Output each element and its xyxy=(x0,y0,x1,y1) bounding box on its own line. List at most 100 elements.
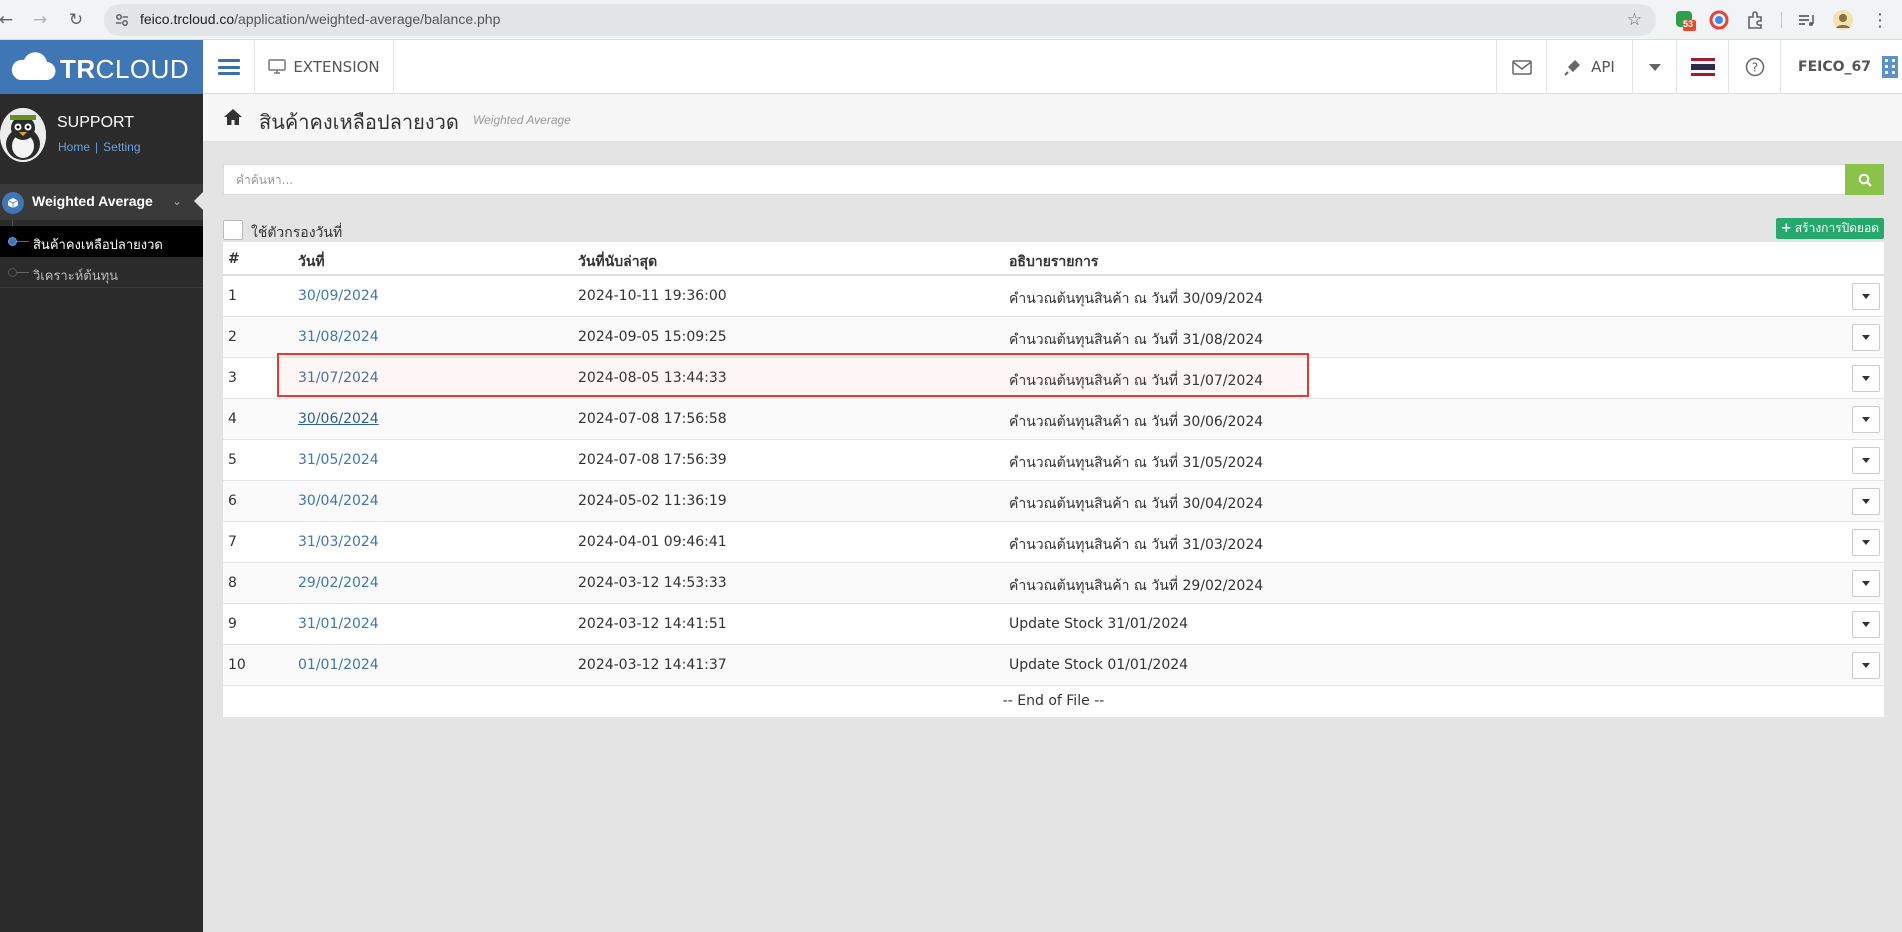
row-date-link[interactable]: 31/08/2024 xyxy=(298,329,379,345)
date-filter-checkbox[interactable] xyxy=(223,220,243,240)
row-number: 3 xyxy=(228,370,237,386)
create-closing-label: สร้างการปิดยอด xyxy=(1794,221,1880,235)
row-description: Update Stock 01/01/2024 xyxy=(1009,657,1189,673)
row-date-link[interactable]: 31/07/2024 xyxy=(298,370,379,386)
row-action-dropdown-button[interactable] xyxy=(1852,652,1880,679)
color-picker-icon[interactable] xyxy=(1708,9,1730,31)
user-account-button[interactable]: FEICO_67 xyxy=(1780,40,1902,94)
row-date-link[interactable]: 30/06/2024 xyxy=(298,411,379,427)
row-action-dropdown-button[interactable] xyxy=(1852,447,1880,474)
extension-button[interactable]: EXTENSION xyxy=(254,40,394,94)
caret-down-icon xyxy=(1862,335,1870,340)
sidebar-item-label: วิเคราะห์ต้นทุน xyxy=(33,268,119,283)
sidebar-item-cost-analysis[interactable]: วิเคราะห์ต้นทุน xyxy=(0,257,203,288)
api-button[interactable]: API xyxy=(1546,40,1632,94)
column-header-date: วันที่ xyxy=(298,254,325,270)
url-text: feico.trcloud.co/application/weighted-av… xyxy=(140,11,501,27)
search-button[interactable] xyxy=(1845,164,1884,195)
row-last-counted: 2024-09-05 15:09:25 xyxy=(578,329,727,345)
cube-icon xyxy=(2,192,24,214)
column-header-description: อธิบายรายการ xyxy=(1009,254,1099,270)
row-description: คำนวณต้นทุนสินค้า ณ วันที่ 31/08/2024 xyxy=(1009,332,1264,348)
row-number: 2 xyxy=(228,329,237,345)
row-date-link[interactable]: 30/04/2024 xyxy=(298,493,379,509)
row-action-dropdown-button[interactable] xyxy=(1852,406,1880,433)
row-last-counted: 2024-03-12 14:41:51 xyxy=(578,616,727,632)
date-filter-label: ใช้ตัวกรองวันที่ xyxy=(251,225,343,241)
logo-text: TRCLOUD xyxy=(60,54,190,84)
row-date-link[interactable]: 31/01/2024 xyxy=(298,616,379,632)
row-last-counted: 2024-07-08 17:56:58 xyxy=(578,411,727,427)
create-closing-button[interactable]: + สร้างการปิดยอด xyxy=(1776,218,1884,239)
sidebar-group-weighted-average[interactable]: Weighted Average ⌄ xyxy=(0,184,203,220)
row-action-dropdown-button[interactable] xyxy=(1852,529,1880,556)
sidebar-profile: SUPPORT Home | Setting xyxy=(0,94,203,174)
row-description: คำนวณต้นทุนสินค้า ณ วันที่ 30/04/2024 xyxy=(1009,496,1264,512)
caret-down-icon xyxy=(1862,540,1870,545)
extension-badge: 53 xyxy=(1683,19,1694,29)
help-button[interactable]: ? xyxy=(1728,40,1780,94)
caret-down-icon xyxy=(1862,376,1870,381)
page-subtitle: Weighted Average xyxy=(473,113,571,127)
row-last-counted: 2024-08-05 13:44:33 xyxy=(578,370,727,386)
table-row: 5 31/05/2024 2024-07-08 17:56:39 คำนวณต้นทุ… xyxy=(223,440,1884,481)
plus-icon: + xyxy=(1780,221,1792,236)
row-action-dropdown-button[interactable] xyxy=(1852,570,1880,597)
row-action-dropdown-button[interactable] xyxy=(1852,283,1880,310)
avatar[interactable] xyxy=(0,108,46,162)
back-icon[interactable]: ← xyxy=(0,8,18,32)
caret-down-icon xyxy=(1862,417,1870,422)
row-number: 1 xyxy=(228,288,237,304)
row-action-dropdown-button[interactable] xyxy=(1852,488,1880,515)
table-row: 9 31/01/2024 2024-03-12 14:41:51 Update Sto… xyxy=(223,604,1884,645)
balance-table: # วันที่ วันที่นับล่าสุด อธิบายรายการ 1 3… xyxy=(223,242,1884,717)
address-bar[interactable]: feico.trcloud.co/application/weighted-av… xyxy=(104,4,1656,36)
tree-connector xyxy=(17,241,29,242)
row-date-link[interactable]: 30/09/2024 xyxy=(298,288,379,304)
bookmark-star-icon[interactable]: ☆ xyxy=(1627,10,1642,30)
row-date-link[interactable]: 29/02/2024 xyxy=(298,575,379,591)
bullet-icon xyxy=(8,268,17,277)
chevron-down-icon xyxy=(1648,63,1661,71)
table-row: 1 30/09/2024 2024-10-11 19:36:00 คำนวณต้นทุ… xyxy=(223,276,1884,317)
profile-links: Home | Setting xyxy=(58,140,141,154)
language-thai-button[interactable] xyxy=(1676,40,1728,94)
mail-button[interactable] xyxy=(1496,40,1546,94)
app-logo[interactable]: TRCLOUD xyxy=(0,40,203,94)
row-action-dropdown-button[interactable] xyxy=(1852,365,1880,392)
home-link[interactable]: Home xyxy=(58,140,90,154)
table-row: 3 31/07/2024 2024-08-05 13:44:33 คำนวณต้นทุ… xyxy=(223,358,1884,399)
browser-menu-icon[interactable]: ⋮ xyxy=(1868,8,1892,32)
dropdown-toggle-button[interactable] xyxy=(1632,40,1676,94)
caret-down-icon xyxy=(1862,581,1870,586)
profile-name: SUPPORT xyxy=(57,114,135,131)
row-number: 7 xyxy=(228,534,237,550)
row-number: 5 xyxy=(228,452,237,468)
profile-avatar-icon[interactable] xyxy=(1832,9,1854,31)
sidebar: SUPPORT Home | Setting Weighted Average ⌄ … xyxy=(0,94,203,932)
forward-icon[interactable]: → xyxy=(28,8,52,32)
media-queue-icon[interactable] xyxy=(1795,9,1817,31)
site-info-icon[interactable] xyxy=(114,12,130,28)
extensions-puzzle-icon[interactable] xyxy=(1744,9,1766,31)
table-row: 7 31/03/2024 2024-04-01 09:46:41 คำนวณต้นทุ… xyxy=(223,522,1884,563)
hamburger-menu-button[interactable] xyxy=(203,40,254,94)
row-date-link[interactable]: 31/03/2024 xyxy=(298,534,379,550)
caret-down-icon xyxy=(1862,458,1870,463)
setting-link[interactable]: Setting xyxy=(103,140,140,154)
row-date-link[interactable]: 01/01/2024 xyxy=(298,657,379,673)
caret-down-icon xyxy=(1862,294,1870,299)
sidebar-item-ending-inventory[interactable]: สินค้าคงเหลือปลายงวด xyxy=(0,226,203,257)
search-input[interactable] xyxy=(224,165,1846,194)
reload-icon[interactable]: ↻ xyxy=(64,8,88,32)
row-action-dropdown-button[interactable] xyxy=(1852,611,1880,638)
extension-green-icon[interactable]: 53 xyxy=(1674,9,1696,31)
row-action-dropdown-button[interactable] xyxy=(1852,324,1880,351)
page-title: สินค้าคงเหลือปลายงวด xyxy=(259,110,459,134)
row-date-link[interactable]: 31/05/2024 xyxy=(298,452,379,468)
table-row: 4 30/06/2024 2024-07-08 17:56:58 คำนวณต้นทุ… xyxy=(223,399,1884,440)
top-navigation-bar: EXTENSION API ? FEICO_67 xyxy=(203,40,1902,94)
row-number: 10 xyxy=(228,657,246,673)
table-row: 6 30/04/2024 2024-05-02 11:36:19 คำนวณต้นทุ… xyxy=(223,481,1884,522)
home-icon[interactable] xyxy=(223,108,243,126)
